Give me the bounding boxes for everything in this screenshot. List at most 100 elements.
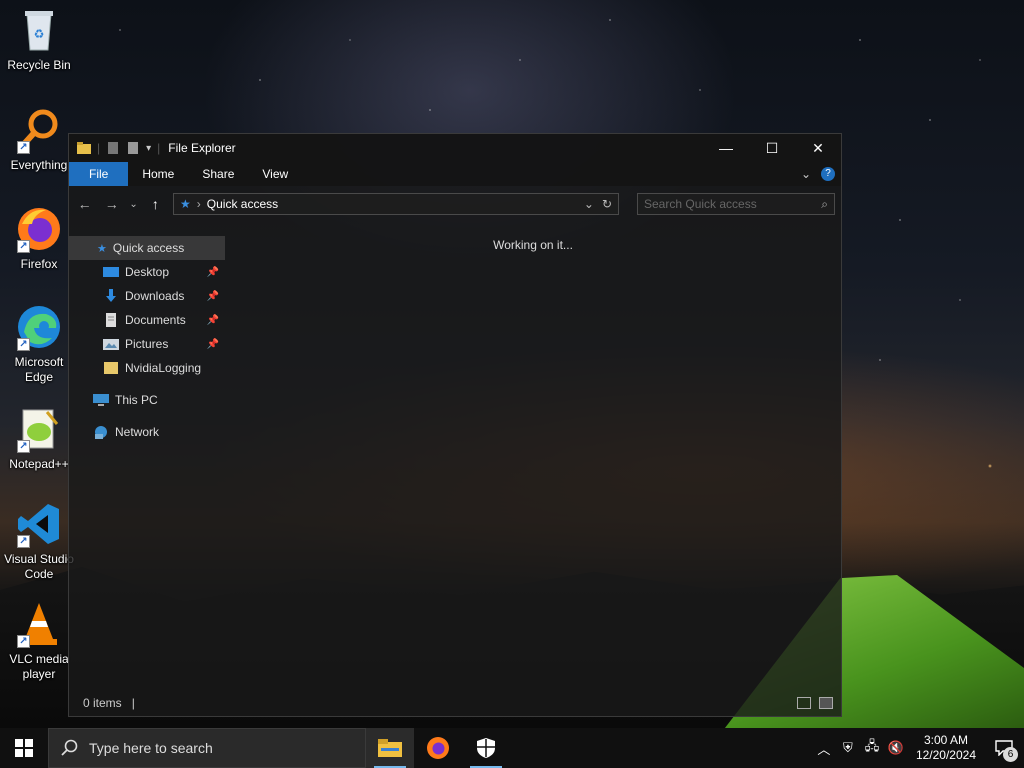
navigation-pane: ★ Quick access Desktop 📌 Downloads 📌 Doc… [69, 234, 225, 690]
title-bar[interactable]: | ▾ | File Explorer — ☐ ✕ [69, 134, 841, 162]
chevron-down-icon[interactable]: ▾ [146, 143, 151, 154]
search-box[interactable]: Search Quick access ⌕ [637, 193, 835, 215]
forward-button[interactable]: → [102, 196, 121, 212]
nav-item-label: Quick access [112, 241, 185, 255]
new-folder-icon[interactable] [126, 141, 140, 155]
magnifier-icon: ↗ [15, 106, 63, 154]
desktop-icon-label: VLC media player [9, 652, 69, 681]
desktop-folder-icon [103, 267, 119, 277]
view-toggle [797, 697, 841, 709]
desktop-icon-label: Recycle Bin [7, 58, 71, 72]
clock[interactable]: 3:00 AM 12/20/2024 [908, 733, 984, 763]
ribbon-tabs: File Home Share View ⌄ ? [69, 162, 841, 186]
nav-item-network[interactable]: Network [69, 420, 225, 444]
pin-icon: 📌 [206, 290, 219, 302]
tab-view[interactable]: View [248, 162, 302, 186]
pin-icon: 📌 [206, 338, 219, 350]
start-button[interactable] [0, 728, 48, 768]
quick-access-toolbar: | ▾ | [69, 141, 160, 155]
navigation-bar: ← → ⌄ ↑ ★ › Quick access ⌄ ↻ Search Quic… [69, 186, 841, 222]
help-icon[interactable]: ? [821, 167, 835, 181]
notepadpp-icon: ↗ [15, 405, 63, 453]
desktop-icon-recycle-bin[interactable]: ♻ Recycle Bin [0, 6, 78, 73]
file-explorer-window: | ▾ | File Explorer — ☐ ✕ File Home Shar… [68, 133, 842, 717]
search-placeholder: Search Quick access [644, 197, 757, 211]
nav-item-nvidialogging[interactable]: NvidiaLogging [69, 356, 225, 380]
taskbar-search-box[interactable]: Type here to search [48, 728, 366, 768]
tab-share[interactable]: Share [188, 162, 248, 186]
tab-home[interactable]: Home [128, 162, 188, 186]
maximize-button[interactable]: ☐ [749, 134, 795, 162]
system-tray: ︿ ⛨ 🖧 🔇 3:00 AM 12/20/2024 6 [812, 728, 1024, 768]
address-text: Quick access [206, 197, 279, 211]
folder-icon [378, 739, 402, 757]
nav-item-this-pc[interactable]: This PC [69, 388, 225, 412]
desktop-icon-label: Firefox [20, 257, 58, 271]
download-arrow-icon [106, 289, 116, 302]
clock-date: 12/20/2024 [915, 748, 976, 762]
nav-item-label: Desktop [125, 265, 170, 279]
firefox-icon: ↗ [15, 205, 63, 253]
large-icons-view-button[interactable] [819, 697, 833, 709]
vlc-cone-icon: ↗ [15, 600, 63, 648]
chevron-up-icon[interactable]: ︿ [812, 739, 836, 758]
desktop-icon-vscode[interactable]: ↗ Visual Studio Code [0, 500, 78, 582]
security-alert-icon[interactable]: ⛨ [836, 740, 860, 756]
windows-logo-icon [15, 739, 33, 757]
nav-item-quick-access[interactable]: ★ Quick access [69, 236, 225, 260]
properties-icon[interactable] [106, 141, 120, 155]
taskbar-security[interactable] [462, 728, 510, 768]
vscode-icon: ↗ [15, 500, 63, 548]
svg-text:♻: ♻ [34, 27, 45, 41]
nav-item-desktop[interactable]: Desktop 📌 [69, 260, 225, 284]
address-dropdown-icon[interactable]: ⌄ [584, 197, 594, 211]
refresh-icon[interactable]: ↻ [602, 197, 612, 211]
nav-item-downloads[interactable]: Downloads 📌 [69, 284, 225, 308]
back-button[interactable]: ← [75, 196, 94, 212]
taskbar-search-placeholder: Type here to search [89, 740, 213, 756]
toolbar-divider: | [157, 141, 161, 155]
nav-item-pictures[interactable]: Pictures 📌 [69, 332, 225, 356]
minimize-button[interactable]: — [703, 134, 749, 162]
close-button[interactable]: ✕ [795, 134, 841, 162]
shortcut-arrow-icon: ↗ [17, 635, 30, 648]
shortcut-arrow-icon: ↗ [17, 338, 30, 351]
recycle-bin-icon: ♻ [15, 6, 63, 54]
network-icon[interactable]: 🖧 [860, 737, 884, 759]
up-button[interactable]: ↑ [146, 196, 165, 212]
window-title: File Explorer [168, 141, 236, 155]
taskbar-file-explorer[interactable] [366, 728, 414, 768]
pictures-icon [103, 339, 119, 350]
nav-item-label: Pictures [125, 337, 169, 351]
nav-item-label: Downloads [125, 289, 185, 303]
action-center-button[interactable]: 6 [984, 728, 1024, 768]
desktop-icon-label: Notepad++ [9, 457, 69, 471]
desktop-icon-edge[interactable]: ↗ Microsoft Edge [0, 303, 78, 385]
taskbar-firefox[interactable] [414, 728, 462, 768]
network-icon [95, 426, 107, 439]
desktop-icon-firefox[interactable]: ↗ Firefox [0, 205, 78, 272]
desktop-icon-label: Everything [10, 158, 68, 172]
computer-icon [93, 394, 109, 406]
desktop-icon-vlc[interactable]: ↗ VLC media player [0, 600, 78, 682]
recent-locations-button[interactable]: ⌄ [129, 199, 137, 210]
address-bar[interactable]: ★ › Quick access ⌄ ↻ [173, 193, 619, 215]
explorer-content: ★ Quick access Desktop 📌 Downloads 📌 Doc… [69, 234, 841, 690]
documents-icon [106, 313, 116, 327]
volume-muted-icon[interactable]: 🔇 [884, 740, 908, 756]
desktop-icon-notepadpp[interactable]: ↗ Notepad++ [0, 405, 78, 472]
notification-count-badge: 6 [1003, 747, 1018, 762]
expand-ribbon-icon[interactable]: ⌄ [801, 167, 811, 181]
loading-message: Working on it... [493, 238, 573, 252]
file-list-pane[interactable]: Working on it... [225, 234, 841, 690]
nav-item-documents[interactable]: Documents 📌 [69, 308, 225, 332]
nav-item-label: NvidiaLogging [125, 361, 202, 375]
status-divider: | [131, 696, 135, 710]
details-view-button[interactable] [797, 697, 811, 709]
tab-file[interactable]: File [69, 162, 129, 186]
toolbar-divider: | [97, 141, 101, 155]
pin-icon: 📌 [206, 266, 219, 278]
desktop-icon-everything[interactable]: ↗ Everything [0, 106, 78, 173]
pin-icon: 📌 [206, 314, 219, 326]
status-bar: 0 items | [69, 690, 841, 716]
